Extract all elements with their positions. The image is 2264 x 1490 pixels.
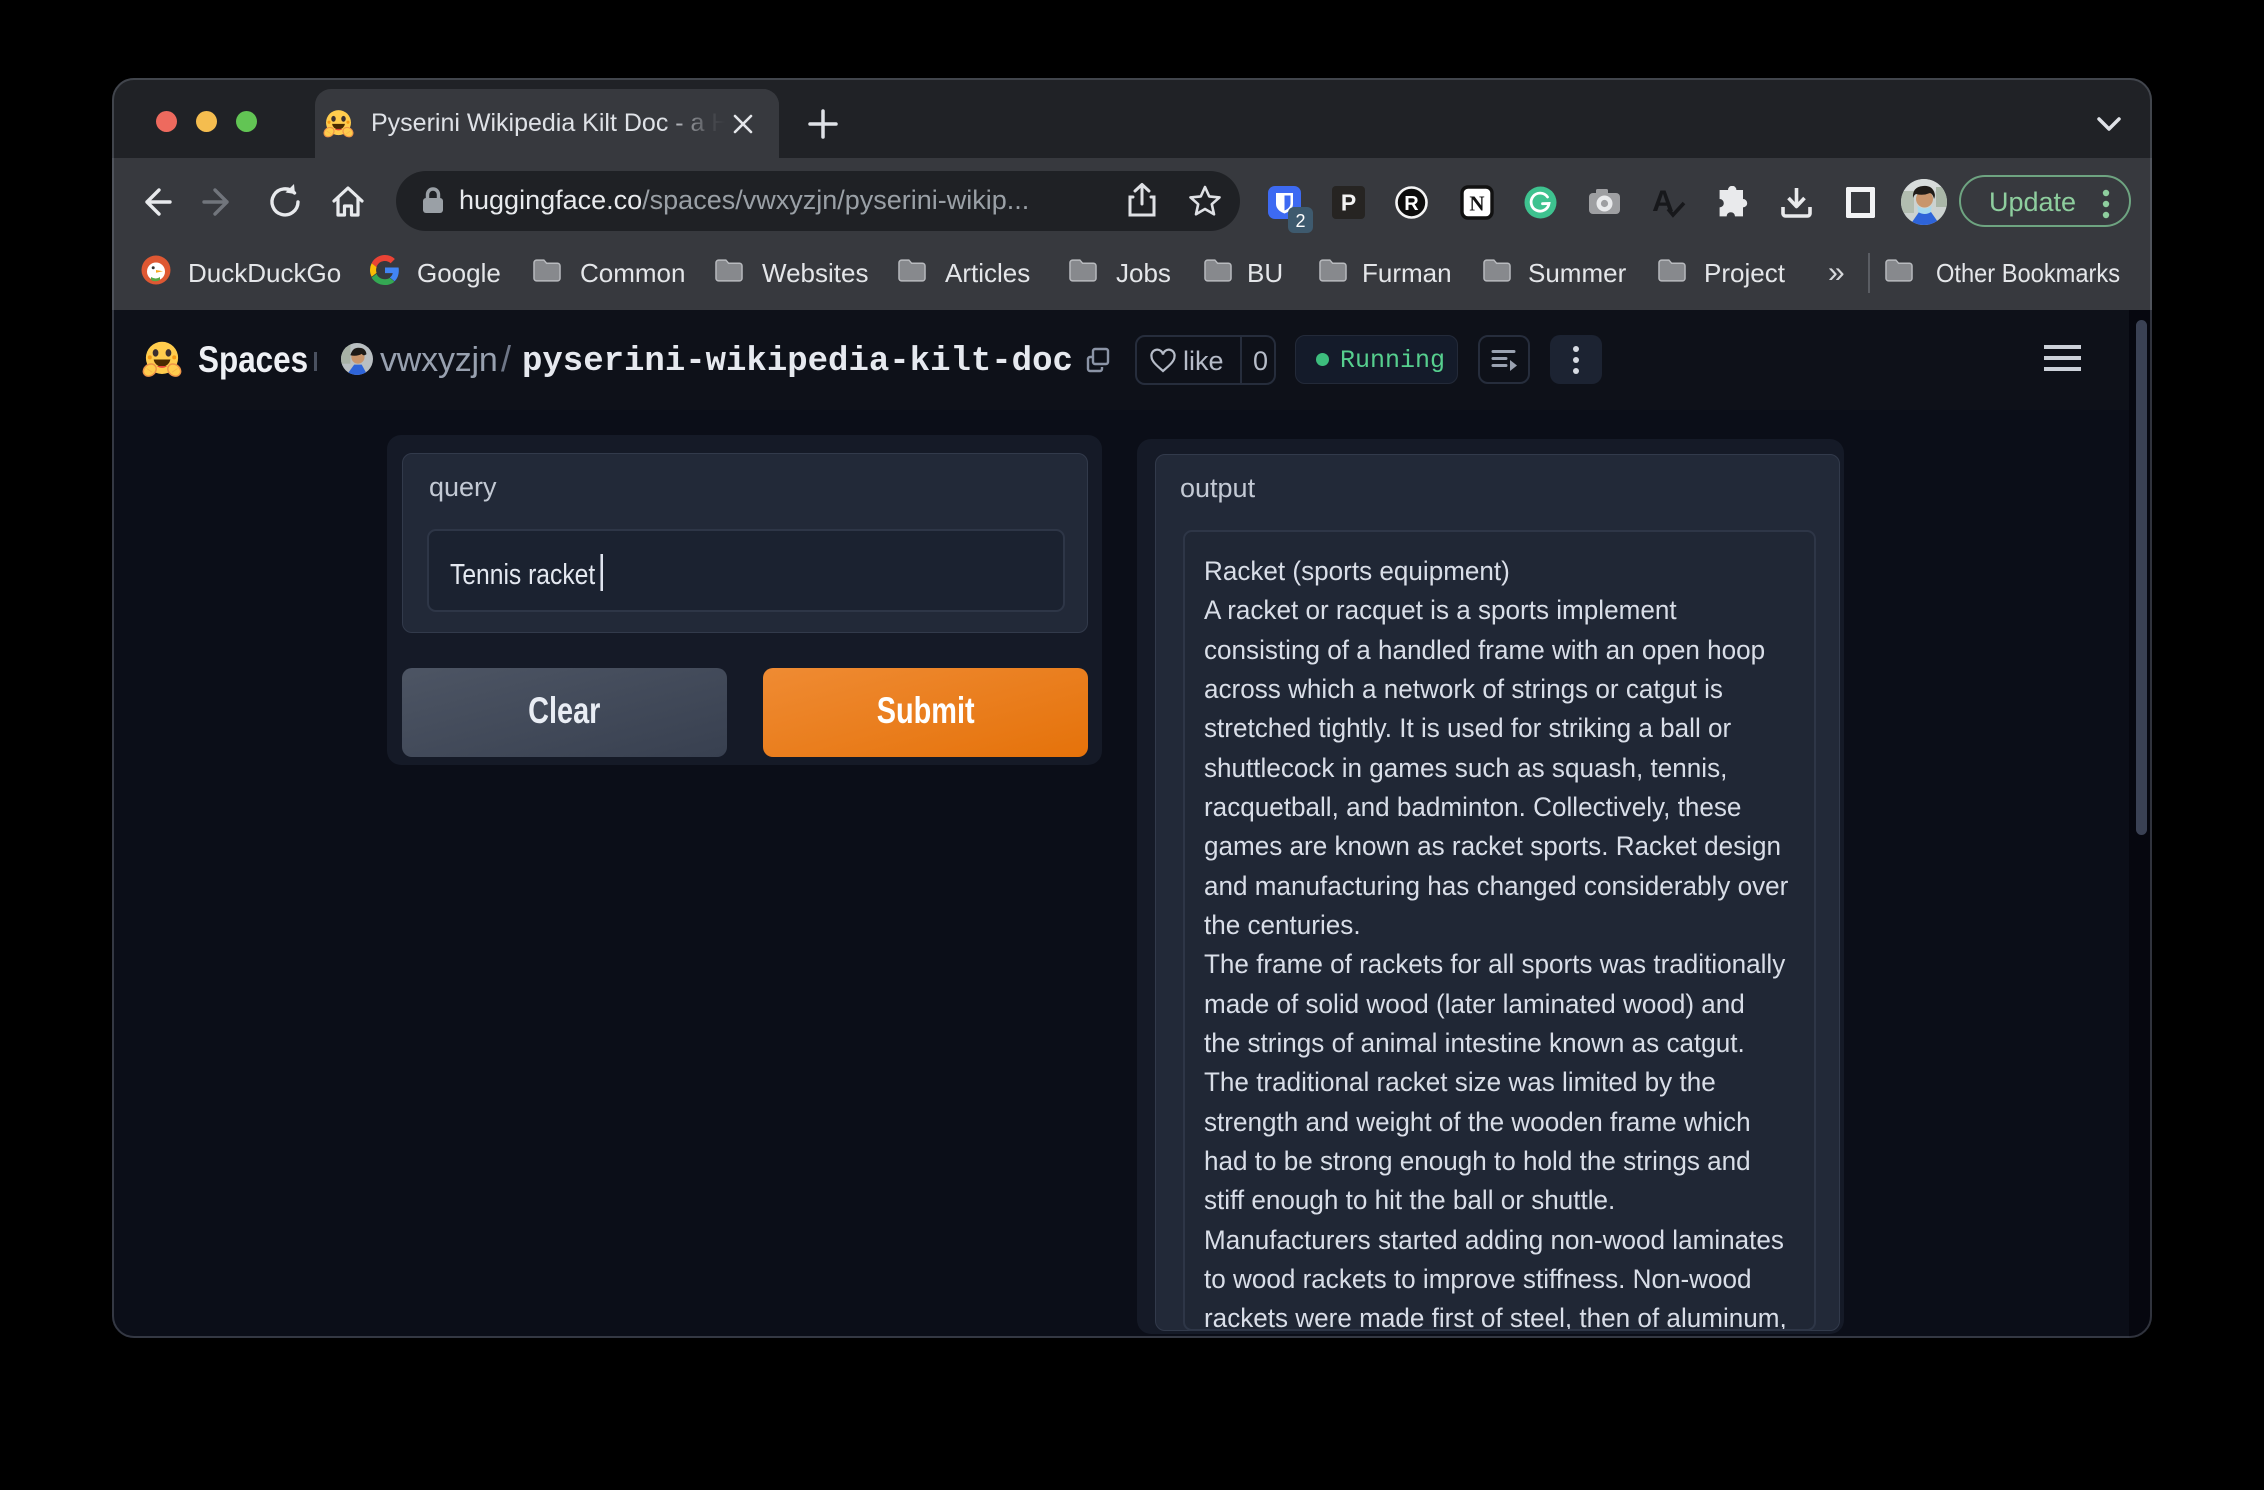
- svg-text:R: R: [1404, 193, 1419, 215]
- svg-text:P: P: [1341, 190, 1356, 216]
- svg-text:2: 2: [1295, 211, 1305, 231]
- svg-text:N: N: [1469, 192, 1484, 216]
